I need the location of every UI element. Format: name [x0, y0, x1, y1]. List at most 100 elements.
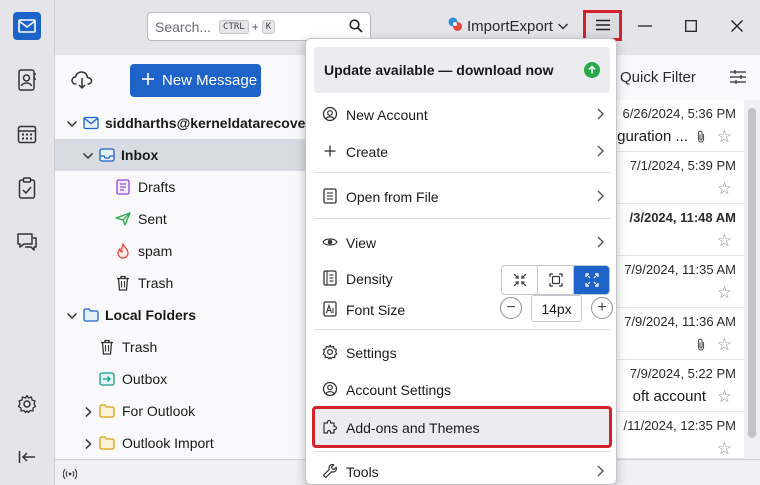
- spam-icon: [115, 243, 131, 259]
- star-icon[interactable]: ☆: [717, 128, 732, 145]
- menu-item-label: Open from File: [346, 189, 439, 205]
- message-list-scrollbar[interactable]: [744, 100, 760, 459]
- menu-item-new-account[interactable]: New Account: [314, 97, 610, 131]
- folder-row-for-outlook[interactable]: For Outlook: [55, 395, 307, 427]
- density-relaxed-button[interactable]: [574, 266, 609, 294]
- folder-pane: New Message siddharths@kerneldatarecove …: [55, 55, 307, 485]
- menu-item-view[interactable]: View: [314, 225, 610, 259]
- folder-row-spam[interactable]: spam: [55, 235, 307, 267]
- chevron-right-icon: [594, 464, 606, 478]
- menu-item-label: Settings: [346, 345, 397, 361]
- chevron-down-icon[interactable]: [66, 309, 78, 321]
- message-date: /3/2024, 11:48 AM: [629, 210, 736, 225]
- star-icon[interactable]: ☆: [717, 180, 732, 197]
- menu-item-label: Add-ons and Themes: [346, 420, 480, 436]
- close-icon[interactable]: [729, 18, 745, 34]
- update-available-banner[interactable]: Update available — download now: [314, 47, 610, 93]
- star-icon[interactable]: ☆: [717, 440, 732, 457]
- star-icon[interactable]: ☆: [717, 232, 732, 249]
- menu-separator: [314, 329, 610, 330]
- message-date: /11/2024, 12:35 PM: [623, 418, 736, 433]
- scrollbar-thumb[interactable]: [748, 108, 756, 438]
- chevron-right-icon[interactable]: [82, 405, 94, 418]
- plus-icon: [322, 143, 338, 159]
- menu-item-density: Density: [314, 261, 610, 295]
- new-message-button[interactable]: New Message: [130, 64, 261, 97]
- chevron-right-icon: [594, 107, 606, 121]
- update-available-label: Update available — download now: [324, 62, 554, 78]
- folder-row-local-folders[interactable]: Local Folders: [55, 299, 307, 331]
- folder-row-local-trash[interactable]: Trash: [55, 331, 307, 363]
- folder-label: Outlook Import: [122, 435, 214, 451]
- menu-item-label: Create: [346, 144, 389, 160]
- font-size-decrease-button[interactable]: −: [500, 297, 522, 319]
- app-menu-button[interactable]: [583, 10, 622, 41]
- density-compact-button[interactable]: [502, 266, 538, 294]
- settings-gear-icon: [322, 344, 338, 360]
- message-date: 7/9/2024, 5:22 PM: [629, 366, 736, 381]
- message-date: 6/26/2024, 5:36 PM: [622, 106, 736, 121]
- menu-item-addons-themes[interactable]: Add-ons and Themes: [312, 406, 612, 448]
- search-placeholder: Search...: [155, 18, 212, 35]
- search-input[interactable]: Search... CTRL + K: [147, 12, 371, 41]
- menu-item-label: Density: [346, 271, 393, 287]
- folder-label: Inbox: [121, 147, 159, 163]
- density-toggle-group: [501, 265, 610, 295]
- folder-row-outlook-import[interactable]: Outlook Import: [55, 427, 307, 459]
- folder-label: Outbox: [122, 371, 168, 387]
- chevron-right-icon[interactable]: [82, 437, 94, 450]
- mail-space-icon[interactable]: [13, 12, 41, 40]
- chat-icon[interactable]: [13, 228, 41, 256]
- folder-label: Trash: [122, 339, 158, 355]
- folder-label: For Outlook: [122, 403, 196, 419]
- star-icon[interactable]: ☆: [717, 336, 732, 353]
- settings-gear-icon[interactable]: [13, 390, 41, 418]
- menu-item-label: Font Size: [346, 302, 406, 318]
- folder-row-outbox[interactable]: Outbox: [55, 363, 307, 395]
- menu-item-settings[interactable]: Settings: [314, 335, 610, 369]
- menu-item-tools[interactable]: Tools: [314, 454, 610, 484]
- folder-row-trash[interactable]: Trash: [55, 267, 307, 299]
- minimize-icon[interactable]: [637, 18, 653, 34]
- folder-icon: [99, 403, 115, 419]
- chevron-right-icon: [594, 189, 606, 203]
- trash-icon: [99, 339, 115, 355]
- search-icon[interactable]: [349, 19, 363, 36]
- address-book-icon[interactable]: [13, 66, 41, 94]
- folder-row-inbox[interactable]: Inbox: [55, 139, 307, 171]
- account-switcher-icon: [447, 16, 463, 36]
- folder-label: spam: [138, 243, 173, 259]
- star-icon[interactable]: ☆: [717, 388, 732, 405]
- folder-label: Local Folders: [105, 307, 197, 323]
- folder-pane-toolbar: New Message: [55, 55, 307, 105]
- menu-item-label: Account Settings: [346, 382, 452, 398]
- font-size-increase-button[interactable]: +: [591, 297, 613, 319]
- star-icon[interactable]: ☆: [717, 284, 732, 301]
- quick-filter-button[interactable]: Quick Filter: [620, 69, 696, 86]
- account-switcher[interactable]: ImportExport: [447, 16, 569, 36]
- density-normal-button[interactable]: [538, 266, 574, 294]
- shortcut-k-key: K: [261, 19, 276, 34]
- menu-separator: [314, 172, 610, 173]
- chevron-down-icon[interactable]: [66, 117, 78, 129]
- maximize-icon[interactable]: [683, 18, 699, 34]
- folder-row-account[interactable]: siddharths@kerneldatarecove: [55, 107, 307, 139]
- calendar-icon[interactable]: [13, 120, 41, 148]
- tasks-icon[interactable]: [13, 174, 41, 202]
- wrench-icon: [322, 463, 338, 479]
- folder-row-sent[interactable]: Sent: [55, 203, 307, 235]
- menu-item-create[interactable]: Create: [314, 134, 610, 168]
- list-options-icon[interactable]: [730, 70, 746, 87]
- folder-row-drafts[interactable]: Drafts: [55, 171, 307, 203]
- message-subject: oft account: [632, 388, 706, 405]
- chevron-down-icon[interactable]: [82, 149, 94, 161]
- online-status-icon[interactable]: [62, 467, 78, 483]
- quick-filter-label: Quick Filter: [620, 69, 696, 86]
- attachment-icon: [696, 130, 706, 146]
- collapse-spaces-icon[interactable]: [13, 443, 41, 471]
- eye-icon: [322, 234, 338, 250]
- menu-item-open-from-file[interactable]: Open from File: [314, 179, 610, 213]
- folder-label: Sent: [138, 211, 167, 227]
- get-messages-icon[interactable]: [71, 70, 93, 93]
- menu-item-account-settings[interactable]: Account Settings: [314, 372, 610, 406]
